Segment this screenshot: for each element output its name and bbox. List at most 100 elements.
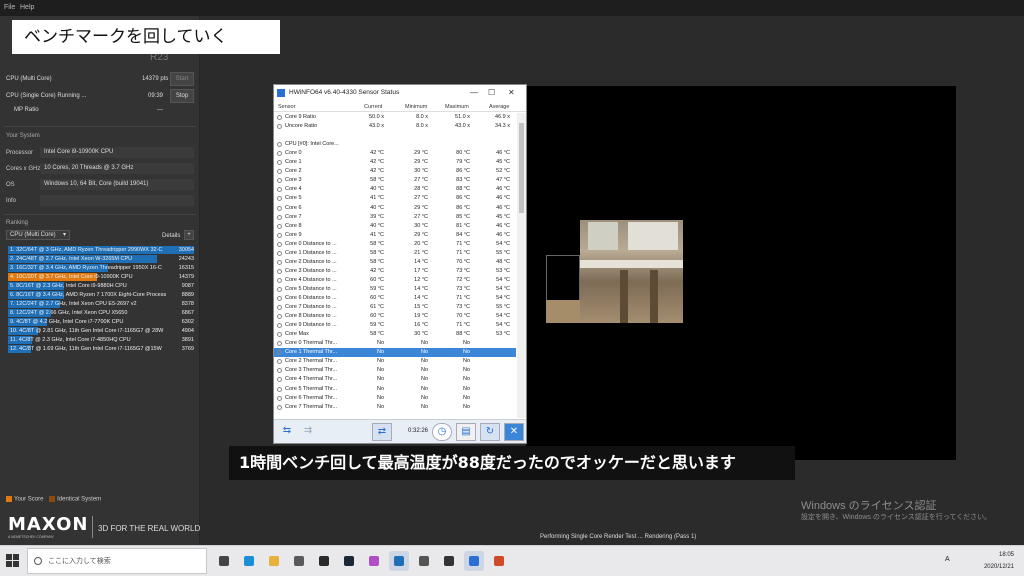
- close-icon[interactable]: ✕: [508, 85, 515, 101]
- settings-icon[interactable]: [439, 551, 459, 571]
- sensor-row[interactable]: Core 2 Distance to ... 58 °C 14 °C 70 °C 48 …: [274, 258, 516, 267]
- windows-start-icon[interactable]: [6, 554, 20, 568]
- snip-icon[interactable]: [364, 551, 384, 571]
- run-label-single: CPU (Single Core) Running ...: [6, 93, 87, 99]
- sensor-row[interactable]: Core 9 Ratio 50.0 x 8.0 x 51.0 x 46.9 x: [274, 113, 516, 122]
- sensor-row[interactable]: Core 4 Thermal Thr... No No No: [274, 375, 516, 384]
- col-minimum[interactable]: Minimum: [405, 104, 427, 110]
- col-average[interactable]: Average: [489, 104, 509, 110]
- sensor-row[interactable]: Core 6 40 °C 29 °C 86 °C 46 °C: [274, 204, 516, 213]
- xbox-icon[interactable]: [314, 551, 334, 571]
- sensor-row[interactable]: Core 3 Thermal Thr... No No No: [274, 366, 516, 375]
- sensor-row[interactable]: [274, 131, 516, 140]
- nav-arrows-right-icon[interactable]: ⇉: [298, 423, 318, 441]
- sensor-row[interactable]: CPU [#0]: Intel Core...: [274, 140, 516, 149]
- sensor-row[interactable]: Core 8 Distance to ... 60 °C 19 °C 70 °C 54 …: [274, 312, 516, 321]
- sensor-row[interactable]: Core 0 Thermal Thr... No No No: [274, 339, 516, 348]
- sensor-maximum: 73 °C: [456, 267, 470, 274]
- explorer-icon[interactable]: [264, 551, 284, 571]
- sensor-minimum: No: [420, 394, 428, 401]
- sensor-row[interactable]: Core 0 Distance to ... 58 °C 20 °C 71 °C 54 …: [274, 240, 516, 249]
- run-label-mp: MP Ratio: [14, 107, 39, 113]
- sensor-row[interactable]: Uncore Ratio 43.0 x 8.0 x 43.0 x 34.3 x: [274, 122, 516, 131]
- sensor-current: 58 °C: [370, 258, 384, 265]
- close-sensors-icon[interactable]: ✕: [504, 423, 524, 441]
- sensor-maximum: 73 °C: [456, 304, 470, 311]
- sensor-row[interactable]: Core 2 42 °C 30 °C 86 °C 52 °C: [274, 167, 516, 176]
- calculator-icon[interactable]: [414, 551, 434, 571]
- maximize-icon[interactable]: ☐: [488, 85, 495, 101]
- sensor-average: 55 °C: [496, 304, 510, 311]
- sensor-current: 41 °C: [370, 195, 384, 202]
- cinebench-icon[interactable]: [389, 551, 409, 571]
- sensor-row[interactable]: Core Max 58 °C 30 °C 88 °C 53 °C: [274, 330, 516, 339]
- sensor-icon: [277, 232, 282, 238]
- sensor-row[interactable]: Core 3 58 °C 27 °C 83 °C 47 °C: [274, 176, 516, 185]
- ranking-score: 8889: [181, 292, 194, 298]
- sensor-row[interactable]: Core 9 41 °C 29 °C 84 °C 46 °C: [274, 231, 516, 240]
- sensor-row[interactable]: Core 7 Thermal Thr... No No No: [274, 403, 516, 412]
- sensor-maximum: 84 °C: [456, 231, 470, 238]
- menu-file[interactable]: File: [4, 4, 15, 11]
- sensor-row[interactable]: Core 4 40 °C 28 °C 88 °C 46 °C: [274, 185, 516, 194]
- edge-icon[interactable]: [239, 551, 259, 571]
- sensor-row[interactable]: Core 2 Thermal Thr... No No No: [274, 357, 516, 366]
- sensor-current: 60 °C: [370, 313, 384, 320]
- sensor-row[interactable]: Core 1 Distance to ... 58 °C 21 °C 71 °C 55 …: [274, 249, 516, 258]
- sensor-row[interactable]: Core 1 Thermal Thr... No No No: [274, 348, 516, 358]
- nav-arrows-left-icon[interactable]: ⇆: [277, 423, 297, 441]
- sensor-row[interactable]: Core 5 Thermal Thr... No No No: [274, 385, 516, 394]
- sensor-current: 50.0 x: [369, 114, 384, 120]
- scrollbar[interactable]: [517, 113, 526, 418]
- ime-indicator[interactable]: A: [945, 556, 950, 563]
- sensor-name: Core 8 Distance to ...: [285, 313, 337, 320]
- app-icon[interactable]: [489, 551, 509, 571]
- sensor-row[interactable]: Core 7 Distance to ... 61 °C 15 °C 73 °C 55 …: [274, 303, 516, 312]
- task-view-icon[interactable]: [214, 551, 234, 571]
- sensor-row[interactable]: Core 6 Thermal Thr... No No No: [274, 394, 516, 403]
- ranking-text: 8. 12C/24T @ 2.66 GHz, Intel Xeon CPU X5…: [10, 310, 128, 316]
- sensor-current: No: [376, 340, 384, 347]
- steam-icon[interactable]: [339, 551, 359, 571]
- sensor-row[interactable]: Core 9 Distance to ... 59 °C 16 °C 71 °C 54 …: [274, 321, 516, 330]
- sensor-row[interactable]: Core 3 Distance to ... 42 °C 17 °C 73 °C 53 …: [274, 267, 516, 276]
- sensor-average: 54 °C: [496, 276, 510, 283]
- sensor-row[interactable]: Core 5 41 °C 27 °C 86 °C 46 °C: [274, 194, 516, 203]
- sensor-icon: [277, 377, 282, 383]
- sensor-row[interactable]: Core 1 42 °C 29 °C 79 °C 45 °C: [274, 158, 516, 167]
- reset-icon[interactable]: ↻: [480, 423, 500, 441]
- sensor-minimum: 30 °C: [414, 331, 428, 338]
- sensor-row[interactable]: Core 7 39 °C 27 °C 85 °C 45 °C: [274, 213, 516, 222]
- report-icon[interactable]: ▤: [456, 423, 476, 441]
- your-score-label: Your Score: [14, 496, 44, 503]
- minimize-icon[interactable]: —: [470, 85, 478, 101]
- col-sensor[interactable]: Sensor: [278, 104, 295, 110]
- sensor-row[interactable]: Core 4 Distance to ... 60 °C 12 °C 72 °C 54 …: [274, 276, 516, 285]
- sensor-row[interactable]: Core 0 42 °C 29 °C 80 °C 46 °C: [274, 149, 516, 158]
- sensor-icon: [277, 115, 282, 120]
- details-toggle[interactable]: +: [184, 230, 194, 240]
- taskbar-search[interactable]: ここに入力して検索: [27, 548, 207, 574]
- store-icon[interactable]: [289, 551, 309, 571]
- sensor-maximum: No: [462, 340, 470, 347]
- menu-help[interactable]: Help: [20, 4, 34, 11]
- col-current[interactable]: Current: [364, 104, 382, 110]
- network-icon[interactable]: ⇄: [372, 423, 392, 441]
- start-button[interactable]: Start: [170, 72, 194, 86]
- col-maximum[interactable]: Maximum: [445, 104, 469, 110]
- sensor-icon: [277, 205, 282, 211]
- ranking-text: 11. 4C/8T @ 2.3 GHz, Intel Core i7-4850H…: [10, 337, 131, 343]
- sensor-row[interactable]: Core 5 Distance to ... 59 °C 14 °C 73 °C 54 …: [274, 285, 516, 294]
- clock-icon[interactable]: ◷: [432, 423, 452, 441]
- sensor-icon: [277, 296, 282, 301]
- info-value[interactable]: [40, 195, 194, 206]
- ranking-select[interactable]: CPU (Multi Core) ▾: [6, 230, 70, 240]
- sensor-current: 40 °C: [370, 204, 384, 211]
- sensor-row[interactable]: Core 8 40 °C 30 °C 81 °C 46 °C: [274, 222, 516, 231]
- hwinfo-icon[interactable]: [464, 551, 484, 571]
- sensor-row[interactable]: Core 6 Distance to ... 60 °C 14 °C 71 °C 54 …: [274, 294, 516, 303]
- details-label[interactable]: Details: [162, 233, 180, 239]
- scrollbar-thumb[interactable]: [519, 123, 524, 213]
- clock[interactable]: 18:05 2020/12/21: [984, 549, 1014, 573]
- stop-button[interactable]: Stop: [170, 89, 194, 103]
